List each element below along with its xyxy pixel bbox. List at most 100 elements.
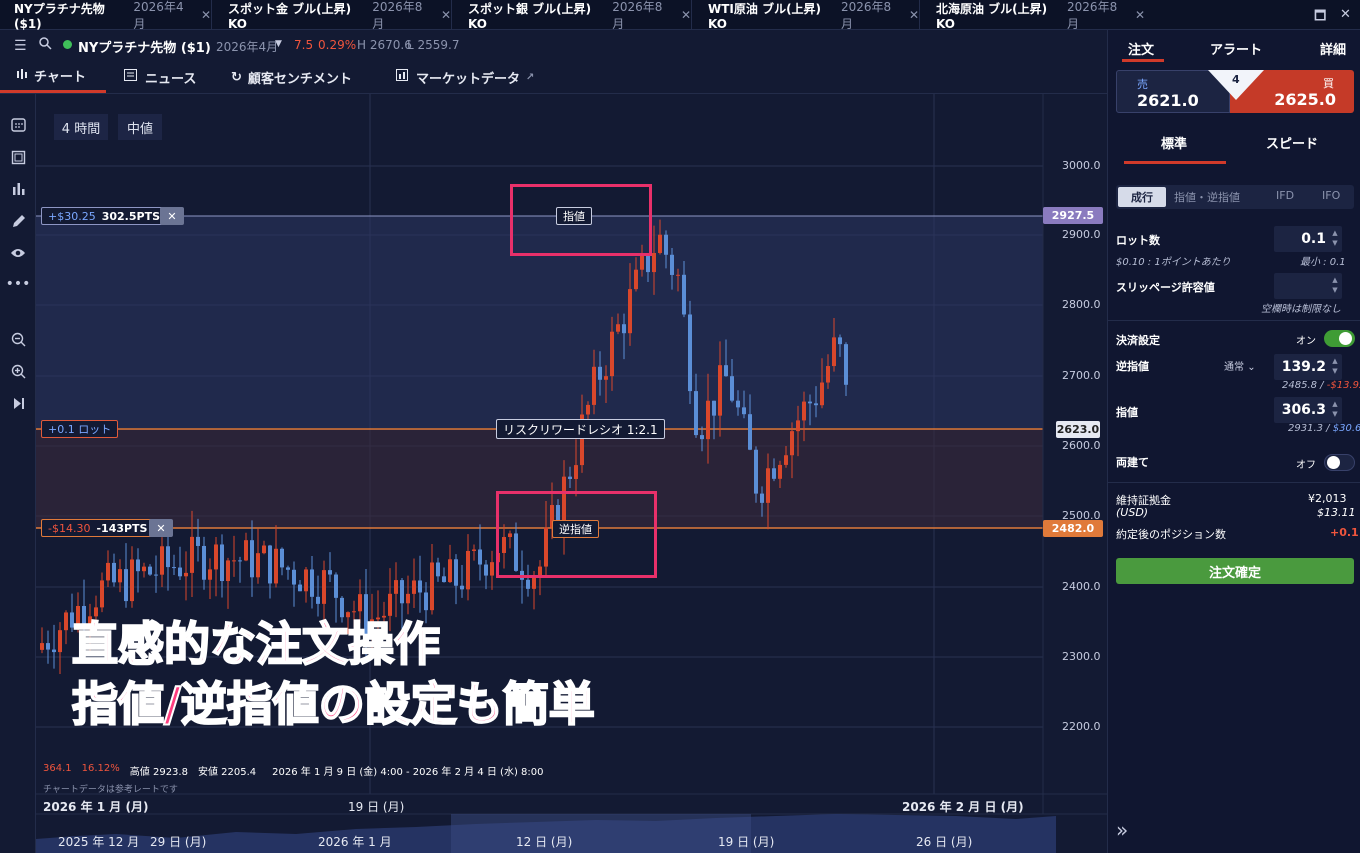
low-value: L 2559.7: [407, 38, 460, 52]
tab-sentiment[interactable]: ↻ 顧客センチメント: [231, 61, 352, 93]
settle-toggle[interactable]: [1324, 330, 1355, 347]
tab-wti[interactable]: WTI原油 ブル(上昇) KO 2026年8月 ✕: [692, 0, 920, 31]
interval-button[interactable]: 4 時間: [54, 114, 108, 140]
candle-body: [256, 553, 260, 578]
price-chart[interactable]: 4 時間 中値 3000.0 2900.0 2800.0 2700.0 2600…: [36, 94, 1107, 853]
cancel-limit-icon[interactable]: ✕: [160, 207, 184, 225]
candle-body: [676, 274, 680, 276]
contract-month[interactable]: 2026年4月: [216, 38, 278, 55]
restore-icon[interactable]: 🗖: [1314, 7, 1326, 29]
order-type-market[interactable]: 成行: [1118, 187, 1166, 207]
close-icon[interactable]: ✕: [681, 8, 691, 22]
tab-details[interactable]: 詳細: [1320, 39, 1346, 58]
close-icon[interactable]: ✕: [441, 8, 451, 22]
tab-spot-silver[interactable]: スポット銀 ブル(上昇) KO 2026年8月 ✕: [452, 0, 692, 31]
candle-body: [694, 391, 698, 436]
pencil-icon[interactable]: [8, 211, 28, 231]
close-icon[interactable]: ✕: [909, 8, 919, 22]
calendar-icon[interactable]: [8, 114, 28, 134]
candle-body: [628, 289, 632, 334]
indicator-icon[interactable]: [8, 178, 28, 198]
zoom-in-icon[interactable]: [8, 361, 28, 381]
candle-body: [130, 559, 134, 602]
limit-label: 指値: [1116, 406, 1138, 419]
candle-body: [484, 564, 488, 576]
lot-stepper[interactable]: ▲ ▼: [1330, 228, 1340, 250]
skip-to-end-icon[interactable]: [8, 393, 28, 413]
limit-pnl-tag[interactable]: +$30.25 302.5PTS: [41, 207, 168, 225]
sell-label: 売: [1137, 78, 1148, 91]
close-icon[interactable]: ✕: [201, 8, 211, 22]
candle-body: [574, 465, 578, 479]
x-label: 2026 年 2 月 日 (月): [902, 800, 1024, 814]
cancel-stop-icon[interactable]: ✕: [149, 519, 173, 537]
stop-mode[interactable]: 通常 ⌄: [1224, 358, 1256, 373]
symbol-name[interactable]: NYプラチナ先物 ($1): [78, 37, 211, 56]
refresh-icon: ↻: [231, 69, 242, 85]
order-panel: 注文 アラート 詳細 売 2621.0 買 2625.0 4 標準 スピード 成…: [1107, 30, 1360, 853]
chevron-down-icon[interactable]: ▼: [275, 39, 282, 49]
limit-input[interactable]: 306.3 ▲ ▼: [1274, 397, 1342, 423]
tab-order[interactable]: 注文: [1128, 39, 1154, 58]
chart-stats: 364.1 16.12% 高値 2923.8 安値 2205.4 2026 年 …: [43, 763, 544, 778]
limit-price-label[interactable]: 2927.5: [1043, 207, 1103, 224]
search-icon[interactable]: [38, 36, 52, 53]
stop-pts: -143PTS: [96, 521, 148, 535]
more-icon[interactable]: •••: [6, 274, 31, 294]
order-type-limit-stop[interactable]: 指値・逆指値: [1174, 189, 1240, 205]
stop-pnl-value: -$13.92: [1326, 380, 1360, 391]
tab-brent[interactable]: 北海原油 ブル(上昇) KO 2026年8月 ✕: [920, 0, 1145, 31]
margin-jpy: ¥2,013: [1308, 492, 1347, 505]
stop-stepper[interactable]: ▲ ▼: [1330, 356, 1340, 378]
close-window-icon[interactable]: ✕: [1340, 7, 1351, 22]
mode-speed[interactable]: スピード: [1266, 133, 1318, 152]
tab-chart[interactable]: チャート: [0, 61, 106, 93]
lot-input[interactable]: 0.1 ▲ ▼: [1274, 226, 1342, 252]
y-tick: 2600.0: [1062, 439, 1101, 452]
candle-body: [436, 562, 440, 577]
stop-pnl-tag[interactable]: -$14.30 -143PTS: [41, 519, 155, 537]
slippage-stepper[interactable]: ▲ ▼: [1330, 275, 1340, 297]
candle-body: [472, 549, 476, 551]
candle-body: [298, 584, 302, 592]
mode-standard[interactable]: 標準: [1161, 133, 1187, 152]
layout-icon[interactable]: [8, 147, 28, 167]
y-tick: 3000.0: [1062, 159, 1101, 172]
candle-body: [46, 643, 50, 650]
tab-ny-platinum[interactable]: NYプラチナ先物 ($1) 2026年4月 ✕: [0, 0, 212, 31]
order-type-ifd[interactable]: IFD: [1276, 189, 1294, 202]
tab-spot-gold[interactable]: スポット金 ブル(上昇) KO 2026年8月 ✕: [212, 0, 452, 31]
zoom-out-icon[interactable]: [8, 329, 28, 349]
stop-price-label[interactable]: 2482.0: [1043, 520, 1103, 537]
promo-line-1: 直感的な注文操作: [71, 616, 441, 672]
limit-pnl-value: $30.63: [1332, 423, 1360, 434]
candle-body: [244, 540, 248, 561]
active-tab-underline: [1122, 59, 1164, 62]
order-type-ifo[interactable]: IFO: [1322, 189, 1340, 202]
price-type-button[interactable]: 中値: [118, 114, 162, 140]
hedge-toggle[interactable]: [1324, 454, 1355, 471]
tab-news[interactable]: ニュース: [124, 61, 196, 93]
candle-body: [706, 400, 710, 440]
nav-label: 2026 年 1 月: [318, 835, 392, 849]
confirm-order-button[interactable]: 注文確定: [1116, 558, 1354, 584]
limit-stepper[interactable]: ▲ ▼: [1330, 399, 1340, 421]
tab-alert[interactable]: アラート: [1210, 39, 1262, 58]
limit-highlight-box: [510, 184, 652, 256]
candle-body: [760, 493, 764, 503]
tab-market-data[interactable]: マーケットデータ ↗: [396, 61, 534, 93]
tab-title: 北海原油 ブル(上昇) KO: [936, 1, 1048, 31]
menu-icon[interactable]: ☰: [14, 38, 27, 54]
slippage-input[interactable]: ▲ ▼: [1274, 273, 1342, 299]
eye-icon[interactable]: [8, 243, 28, 263]
limit-value: 306.3: [1281, 402, 1326, 418]
collapse-panel-icon[interactable]: »: [1116, 818, 1128, 842]
close-icon[interactable]: ✕: [1135, 8, 1145, 22]
candle-body: [328, 570, 332, 575]
chart-subnav: チャート ニュース ↻ 顧客センチメント マーケットデータ ↗: [0, 61, 1107, 94]
y-tick: 2900.0: [1062, 228, 1101, 241]
lot-tag[interactable]: +0.1 ロット: [41, 420, 119, 438]
candle-body: [634, 269, 638, 290]
navigator-selection[interactable]: [451, 814, 751, 853]
stop-input[interactable]: 139.2 ▲ ▼: [1274, 354, 1342, 380]
